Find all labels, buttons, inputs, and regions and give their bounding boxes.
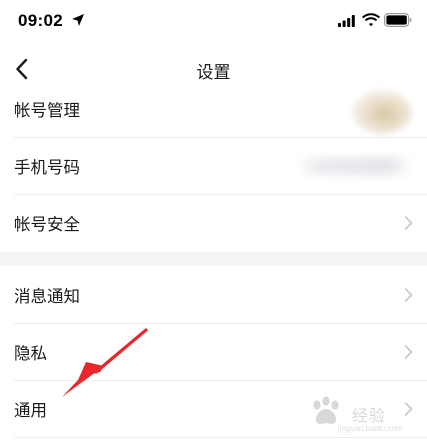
battery-icon: [384, 13, 412, 27]
chevron-right-icon: [404, 216, 413, 230]
settings-row-privacy[interactable]: 隐私: [0, 323, 427, 381]
chevron-right-icon: [404, 345, 413, 359]
settings-row-phone-number[interactable]: 手机号码: [0, 137, 427, 195]
row-label: 帐号管理: [14, 101, 80, 120]
settings-row-account-management[interactable]: 帐号管理: [0, 80, 427, 138]
chevron-right-icon: [404, 288, 413, 302]
baidu-watermark: 经验 jingyan.baidu.com: [308, 396, 424, 433]
avatar: [352, 90, 412, 134]
group-separator: [0, 252, 427, 266]
blurred-phone-number: [296, 157, 412, 175]
row-label: 手机号码: [14, 158, 80, 177]
settings-row-account-security[interactable]: 帐号安全: [0, 194, 427, 252]
watermark-url: jingyan.baidu.com: [338, 424, 403, 433]
divider: [14, 437, 427, 438]
account-settings-group: 帐号管理 手机号码 帐号安全: [0, 80, 427, 252]
settings-row-notifications[interactable]: 消息通知: [0, 266, 427, 324]
status-bar: 09:02: [0, 0, 427, 44]
row-label: 消息通知: [14, 287, 80, 306]
wifi-icon: [362, 13, 380, 27]
row-label: 隐私: [14, 344, 47, 363]
row-label: 通用: [14, 401, 47, 420]
status-time: 09:02: [18, 11, 63, 30]
row-label: 帐号安全: [14, 215, 80, 234]
watermark-text: 经验: [352, 406, 387, 425]
cellular-signal-icon: [338, 15, 355, 27]
location-arrow-icon: [72, 14, 84, 26]
